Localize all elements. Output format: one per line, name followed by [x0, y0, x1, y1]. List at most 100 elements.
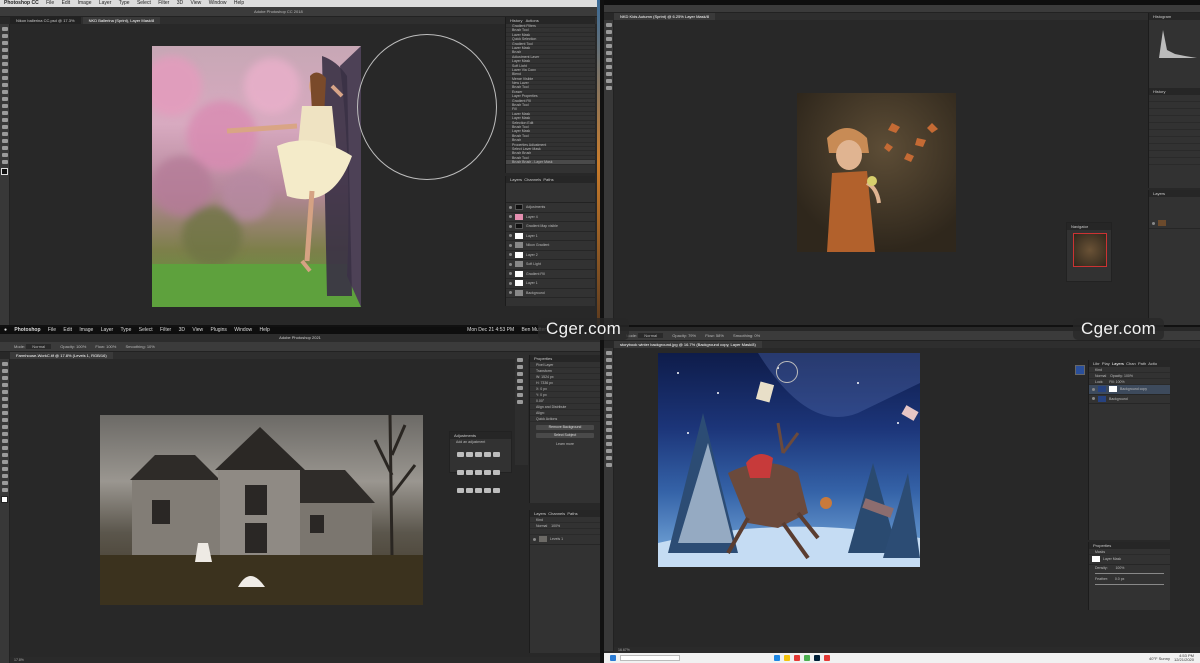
marquee-tool-icon[interactable]: [2, 369, 8, 373]
frame-tool-icon[interactable]: [2, 397, 8, 401]
eyedropper-tool-icon[interactable]: [606, 386, 612, 390]
history-icon[interactable]: [517, 358, 523, 362]
eye-icon[interactable]: [509, 234, 512, 238]
layer-row[interactable]: [1149, 219, 1200, 229]
layer-name[interactable]: Soft Light: [526, 262, 541, 266]
layer-row[interactable]: Gradient Map visible: [506, 222, 595, 232]
threshold-icon[interactable]: [475, 488, 482, 493]
layer-name[interactable]: Nikon Gradient: [526, 243, 549, 247]
character-icon[interactable]: [517, 400, 523, 404]
clone-tool-icon[interactable]: [2, 425, 8, 429]
eye-icon[interactable]: [509, 224, 512, 228]
layer-name[interactable]: Layer 1: [526, 234, 538, 238]
marquee-tool-icon[interactable]: [2, 34, 8, 38]
blend-mode-select[interactable]: Normal: [536, 524, 547, 528]
density-value[interactable]: 100%: [1115, 566, 1124, 570]
dodge-tool-icon[interactable]: [606, 428, 612, 432]
density-slider[interactable]: [1095, 572, 1164, 574]
gradient-tool-icon[interactable]: [2, 439, 8, 443]
posterize-icon[interactable]: [466, 488, 473, 493]
photoshop-icon[interactable]: [814, 655, 820, 661]
healing-tool-icon[interactable]: [606, 393, 612, 397]
tab-layers[interactable]: Layers: [1112, 361, 1124, 366]
layer-opacity[interactable]: 100%: [1124, 374, 1133, 378]
history-brush-icon[interactable]: [2, 90, 8, 94]
layer-name[interactable]: Layer 2: [526, 253, 538, 257]
shape-tool-icon[interactable]: [606, 449, 612, 453]
history-item[interactable]: [1149, 102, 1200, 109]
bw-icon[interactable]: [475, 470, 482, 475]
eye-icon[interactable]: [509, 243, 512, 247]
tab-paths[interactable]: Path: [1138, 361, 1146, 366]
layers-controls[interactable]: [506, 183, 595, 203]
menu-edit[interactable]: Edit: [63, 327, 72, 333]
type-tool-icon[interactable]: [2, 132, 8, 136]
eye-icon[interactable]: [1152, 221, 1155, 225]
brush-tool-icon[interactable]: [606, 400, 612, 404]
layer-name[interactable]: Layer 1: [526, 281, 538, 285]
blur-tool-icon[interactable]: [2, 111, 8, 115]
menu-help[interactable]: Help: [234, 0, 244, 6]
app-icon[interactable]: [824, 655, 830, 661]
layer-name[interactable]: Levels 1: [550, 537, 563, 541]
layer-row-selected[interactable]: Background copy: [1089, 385, 1170, 395]
history-item[interactable]: [1149, 151, 1200, 158]
eraser-tool-icon[interactable]: [606, 414, 612, 418]
layer-opacity[interactable]: 100%: [551, 524, 560, 528]
vibrance-icon[interactable]: [493, 452, 500, 457]
layer-row[interactable]: Layer 1: [506, 232, 595, 241]
crop-tool-icon[interactable]: [2, 55, 8, 59]
menu-plugins[interactable]: Plugins: [211, 327, 227, 333]
gradient-tool-icon[interactable]: [2, 104, 8, 108]
tab-history[interactable]: History: [510, 18, 522, 23]
libraries-icon[interactable]: [517, 379, 523, 383]
menu-type[interactable]: Type: [121, 327, 132, 333]
mode-select[interactable]: Normal: [26, 344, 52, 349]
menu-3d[interactable]: 3D: [177, 0, 183, 6]
menu-layer[interactable]: Layer: [99, 0, 112, 6]
layer-row[interactable]: Soft Light: [506, 260, 595, 270]
quick-select-tool-icon[interactable]: [2, 383, 8, 387]
history-item[interactable]: [1149, 95, 1200, 102]
menu-select[interactable]: Select: [139, 327, 153, 333]
layer-row[interactable]: Levels 1: [530, 535, 600, 545]
eraser-tool-icon[interactable]: [2, 432, 8, 436]
autumn-girl-photo-canvas[interactable]: [797, 93, 956, 252]
chrome-icon[interactable]: [804, 655, 810, 661]
history-item[interactable]: [1149, 137, 1200, 144]
quick-actions-header[interactable]: Quick Actions: [530, 416, 600, 422]
tab-channels[interactable]: Channels: [548, 511, 565, 516]
smoothing-input[interactable]: 10%: [147, 344, 155, 349]
menu-view[interactable]: View: [191, 0, 202, 6]
flow-input[interactable]: 58%: [716, 333, 724, 338]
layer-fill[interactable]: 100%: [1116, 380, 1125, 384]
menu-file[interactable]: File: [46, 0, 54, 6]
hand-tool-icon[interactable]: [606, 456, 612, 460]
pen-tool-icon[interactable]: [606, 72, 612, 76]
menu-window[interactable]: Window: [209, 0, 227, 6]
menu-image[interactable]: Image: [78, 0, 92, 6]
brightness-icon[interactable]: [457, 452, 464, 457]
color-icon[interactable]: [517, 365, 523, 369]
smoothing-input[interactable]: 0%: [754, 333, 760, 338]
navigator-icon[interactable]: [1075, 365, 1085, 375]
menu-app[interactable]: Photoshop CC: [4, 0, 39, 6]
edge-icon[interactable]: [774, 655, 780, 661]
farmhouse-photo-canvas[interactable]: [100, 415, 423, 605]
remove-background-button[interactable]: Remove Background: [536, 425, 594, 430]
move-tool-icon[interactable]: [606, 351, 612, 355]
menu-filter[interactable]: Filter: [158, 0, 169, 6]
mode-select[interactable]: Normal: [638, 333, 664, 338]
channel-mixer-icon[interactable]: [493, 470, 500, 475]
zoom-tool-icon[interactable]: [2, 160, 8, 164]
move-tool-icon[interactable]: [2, 362, 8, 366]
eye-icon[interactable]: [1092, 397, 1095, 401]
dodge-tool-icon[interactable]: [2, 453, 8, 457]
properties-tab[interactable]: Properties: [530, 355, 600, 362]
quick-select-tool-icon[interactable]: [606, 372, 612, 376]
eraser-tool-icon[interactable]: [2, 97, 8, 101]
layer-name[interactable]: Adjustments: [526, 205, 545, 209]
layer-row[interactable]: Background: [506, 289, 595, 298]
eye-icon[interactable]: [509, 253, 512, 257]
tab-channels[interactable]: Chan: [1126, 361, 1136, 366]
